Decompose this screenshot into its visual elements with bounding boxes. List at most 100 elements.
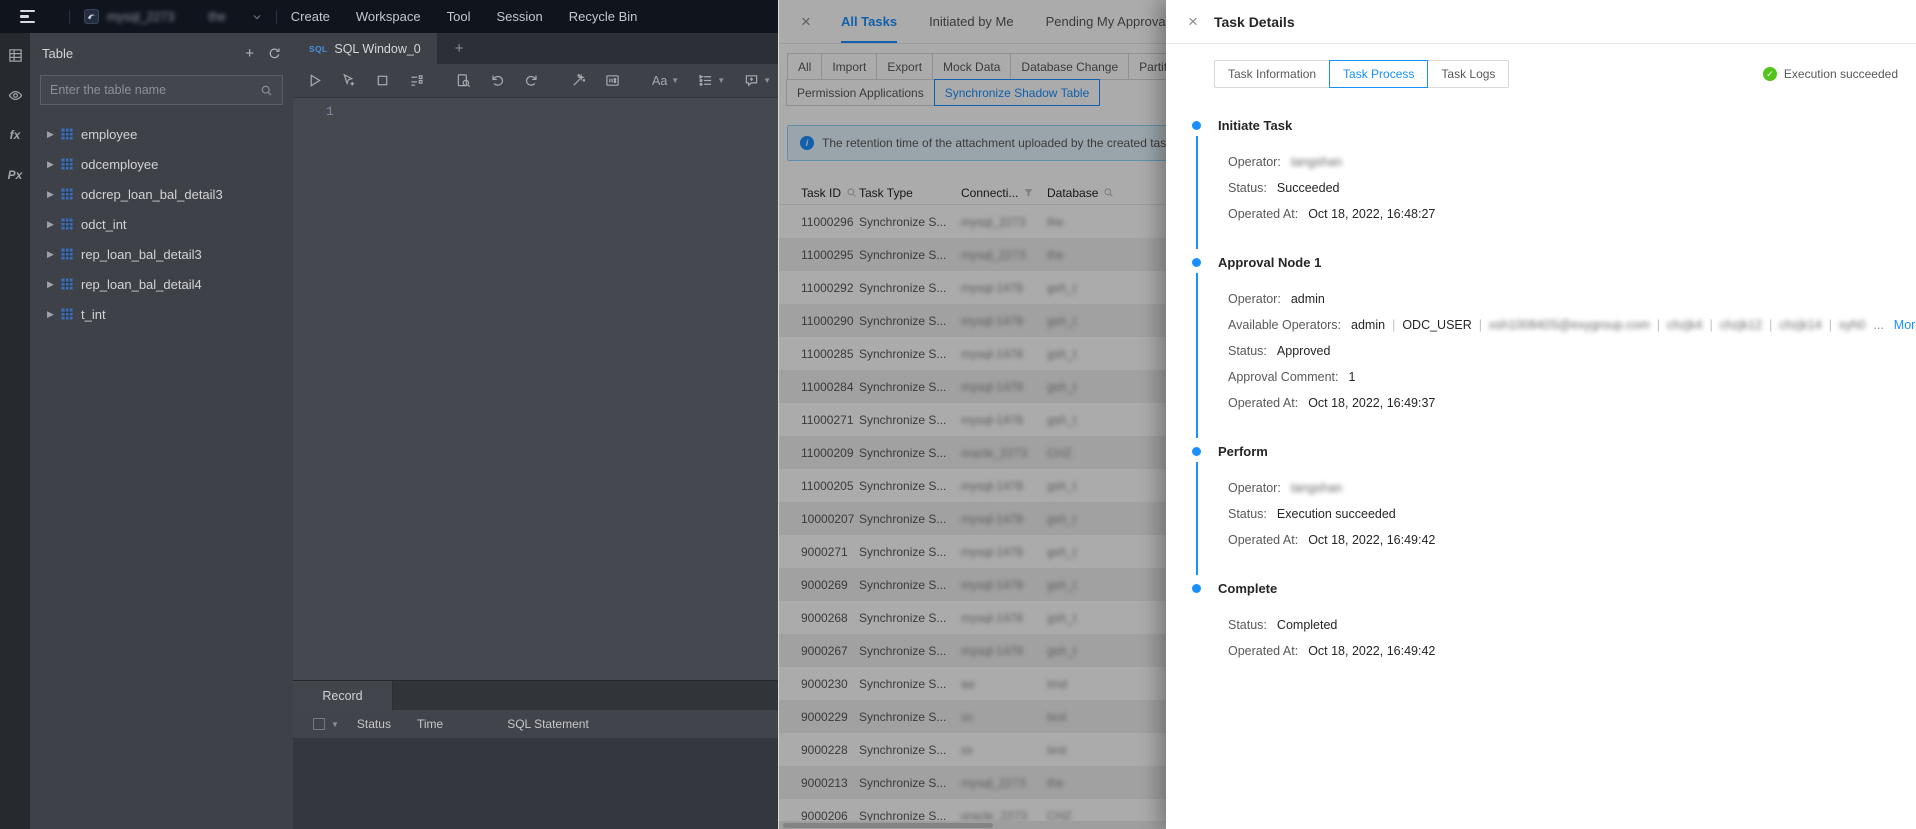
case-icon-label: Aa <box>652 73 668 88</box>
horizontal-scrollbar[interactable] <box>779 821 1166 829</box>
table-search-input[interactable] <box>50 83 260 97</box>
filter-synchronize-shadow-table[interactable]: Synchronize Shadow Table <box>933 79 1101 106</box>
task-row[interactable]: 9000230 Synchronize S... aa tmd <box>779 667 1166 700</box>
run-section-icon[interactable] <box>341 73 356 88</box>
close-icon[interactable]: × <box>1188 13 1198 30</box>
task-type: Synchronize S... <box>859 610 947 625</box>
caret-right-icon[interactable]: ▶ <box>47 129 61 140</box>
task-database: gsh_t <box>1047 412 1077 427</box>
tree-item-odcrep_loan_bal_detail3[interactable]: ▶ odcrep_loan_bal_detail3 <box>30 179 293 209</box>
task-row[interactable]: 11000285 Synchronize S... mysql-1478 gsh_t <box>779 337 1166 370</box>
task-row[interactable]: 9000229 Synchronize S... ss test <box>779 700 1166 733</box>
tab-task-logs[interactable]: Task Logs <box>1427 60 1510 88</box>
tab-sql-window-0[interactable]: SQL SQL Window_0 <box>293 33 437 64</box>
task-row[interactable]: 11000205 Synchronize S... mysql-1478 gsh_t <box>779 469 1166 502</box>
tree-item-odcemployee[interactable]: ▶ odcemployee <box>30 149 293 179</box>
filter-database-change[interactable]: Database Change <box>1010 53 1130 80</box>
task-row[interactable]: 9000213 Synchronize S... mysql_2273 the <box>779 766 1166 799</box>
task-id: 11000296 <box>801 214 854 229</box>
outline-icon[interactable]: ▼ <box>698 73 725 88</box>
comment-icon[interactable]: ▼ <box>744 73 771 88</box>
task-row[interactable]: 11000290 Synchronize S... mysql-1478 gsh_t <box>779 304 1166 337</box>
more-link[interactable]: More <box>1894 317 1916 334</box>
run-icon[interactable] <box>307 73 322 88</box>
filter-partition-plan[interactable]: Partition Plan <box>1128 53 1166 80</box>
filter-export[interactable]: Export <box>876 53 934 80</box>
caret-right-icon[interactable]: ▶ <box>47 309 61 320</box>
function-icon[interactable]: fx <box>7 127 23 143</box>
select-all-checkbox[interactable] <box>313 718 325 730</box>
caret-right-icon[interactable]: ▶ <box>47 279 61 290</box>
preview-eye-icon[interactable] <box>7 87 23 103</box>
chevron-down-icon[interactable]: ▼ <box>331 720 339 729</box>
filter-import[interactable]: Import <box>821 53 878 80</box>
new-tab-button[interactable]: + <box>437 33 482 64</box>
procedure-icon[interactable]: Px <box>7 167 23 183</box>
tab-all-tasks[interactable]: All Tasks <box>840 0 898 43</box>
tree-item-rep_loan_bal_detail4[interactable]: ▶ rep_loan_bal_detail4 <box>30 269 293 299</box>
task-connection: mysql-1478 <box>961 544 1024 559</box>
tree-item-t_int[interactable]: ▶ t_int <box>30 299 293 329</box>
find-icon[interactable] <box>456 73 471 88</box>
tree-item-rep_loan_bal_detail3[interactable]: ▶ rep_loan_bal_detail3 <box>30 239 293 269</box>
tab-task-process[interactable]: Task Process <box>1329 60 1429 88</box>
stop-icon[interactable] <box>375 73 390 88</box>
filter-all[interactable]: All <box>787 53 823 80</box>
tab-pending-my-approval[interactable]: Pending My Approval <box>1046 0 1166 43</box>
search-icon[interactable] <box>260 84 273 97</box>
menu-item-tool[interactable]: Tool <box>447 9 471 24</box>
filter-permission-applications[interactable]: Permission Applications <box>786 79 935 106</box>
task-database: tmd <box>1047 676 1068 691</box>
case-icon[interactable]: Aa ▼ <box>652 74 679 88</box>
chevron-down-icon[interactable] <box>252 12 262 22</box>
menu-item-session[interactable]: Session <box>496 9 542 24</box>
task-row[interactable]: 11000271 Synchronize S... mysql-1478 gsh_t <box>779 403 1166 436</box>
filter-mock-data[interactable]: Mock Data <box>932 53 1012 80</box>
close-icon[interactable]: × <box>801 13 811 30</box>
table-name: odct_int <box>81 216 127 232</box>
task-row[interactable]: 11000292 Synchronize S... mysql-1478 gsh_t <box>779 271 1166 304</box>
task-row[interactable]: 11000296 Synchronize S... mysql_2273 the <box>779 205 1166 238</box>
tab-task-information[interactable]: Task Information <box>1214 60 1331 88</box>
task-row[interactable]: 10000207 Synchronize S... mysql-1478 gsh_t <box>779 502 1166 535</box>
search-icon[interactable] <box>1103 187 1114 198</box>
menu-item-create[interactable]: Create <box>291 9 330 24</box>
task-row[interactable]: 9000271 Synchronize S... mysql-1478 gsh_t <box>779 535 1166 568</box>
tree-item-odct_int[interactable]: ▶ odct_int <box>30 209 293 239</box>
task-row[interactable]: 11000209 Synchronize S... oracle_2273 CHZ <box>779 436 1166 469</box>
undo-icon[interactable] <box>490 73 505 88</box>
task-type: Synchronize S... <box>859 214 947 229</box>
whitespace-icon[interactable] <box>605 73 620 88</box>
caret-right-icon[interactable]: ▶ <box>47 189 61 200</box>
task-row[interactable]: 9000267 Synchronize S... mysql-1478 gsh_t <box>779 634 1166 667</box>
add-table-icon[interactable]: + <box>245 46 254 61</box>
menu-item-workspace[interactable]: Workspace <box>356 9 421 24</box>
task-row[interactable]: 9000228 Synchronize S... ss test <box>779 733 1166 766</box>
task-row[interactable]: 9000269 Synchronize S... mysql-1478 gsh_t <box>779 568 1166 601</box>
table-list-icon[interactable] <box>7 47 23 63</box>
tree-item-employee[interactable]: ▶ employee <box>30 119 293 149</box>
task-row[interactable]: 11000284 Synchronize S... mysql-1478 gsh_t <box>779 370 1166 403</box>
tab-initiated-by-me[interactable]: Initiated by Me <box>929 0 1014 43</box>
execution-plan-icon[interactable] <box>409 73 424 88</box>
search-icon[interactable] <box>846 187 857 198</box>
menu-item-recycle-bin[interactable]: Recycle Bin <box>569 9 638 24</box>
field-value: Oct 18, 2022, 16:48:27 <box>1308 207 1436 221</box>
task-connection: mysql-1478 <box>961 346 1024 361</box>
separator: | <box>1769 318 1773 332</box>
task-row[interactable]: 11000295 Synchronize S... mysql_2273 the <box>779 238 1166 271</box>
filter-icon[interactable] <box>1023 187 1034 198</box>
task-connection: mysql-1478 <box>961 643 1024 658</box>
field-value: admin <box>1290 292 1325 306</box>
refresh-icon[interactable] <box>268 47 281 60</box>
task-row[interactable]: 9000268 Synchronize S... mysql-1478 gsh_t <box>779 601 1166 634</box>
redo-icon[interactable] <box>524 73 539 88</box>
app-logo-icon[interactable] <box>20 9 35 24</box>
caret-right-icon[interactable]: ▶ <box>47 159 61 170</box>
connection-type-icon <box>84 9 99 24</box>
format-icon[interactable] <box>571 73 586 88</box>
caret-right-icon[interactable]: ▶ <box>47 219 61 230</box>
sql-editor[interactable]: 1 <box>293 98 778 680</box>
caret-right-icon[interactable]: ▶ <box>47 249 61 260</box>
tab-record[interactable]: Record <box>293 681 393 710</box>
